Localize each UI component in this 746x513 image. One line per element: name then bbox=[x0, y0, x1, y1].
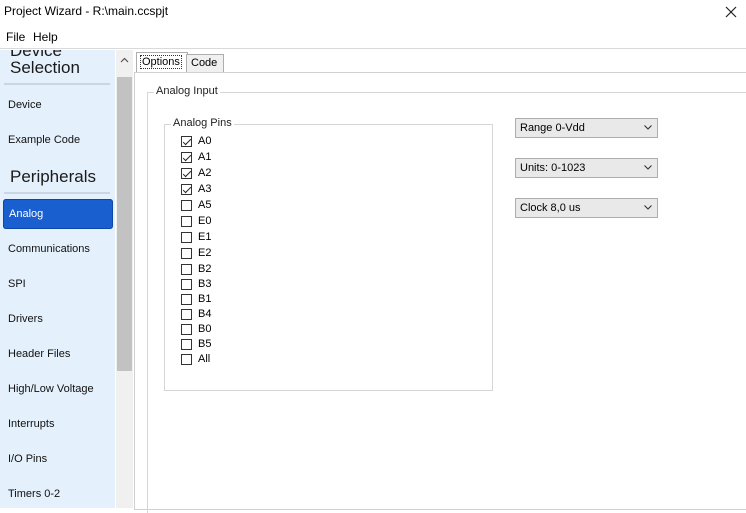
pin-label: B3 bbox=[198, 278, 212, 290]
pin-label: All bbox=[198, 353, 211, 365]
scroll-up-button[interactable] bbox=[116, 52, 133, 68]
pin-checkbox-e2[interactable]: E2 bbox=[181, 246, 211, 260]
pin-label: E1 bbox=[198, 231, 212, 243]
checkbox-checked[interactable] bbox=[181, 151, 192, 163]
pin-label: A5 bbox=[198, 199, 212, 211]
tab-code[interactable]: Code bbox=[186, 54, 224, 73]
sidebar-item-high-low-voltage[interactable]: High/Low Voltage bbox=[8, 383, 94, 395]
sidebar-item-device[interactable]: Device bbox=[8, 99, 42, 111]
sidebar-divider bbox=[4, 192, 110, 194]
pin-label: B2 bbox=[198, 263, 212, 275]
pin-checkbox-a5[interactable]: A5 bbox=[181, 198, 211, 212]
pin-checkbox-b3[interactable]: B3 bbox=[181, 277, 211, 291]
units-value: Units: 0-1023 bbox=[520, 162, 586, 174]
options-panel: Analog Input Analog Pins A0 A1 A2 A3 A5 E0 E1 E… bbox=[134, 72, 746, 513]
units-dropdown[interactable]: Units: 0-1023 bbox=[515, 158, 658, 178]
sidebar-item-io-pins[interactable]: I/O Pins bbox=[8, 453, 47, 465]
checkbox-unchecked[interactable] bbox=[181, 215, 192, 227]
pin-checkbox-b5[interactable]: B5 bbox=[181, 337, 211, 351]
chevron-down-icon bbox=[644, 125, 652, 130]
sidebar-item-analog[interactable]: Analog bbox=[3, 199, 113, 229]
pin-label: A3 bbox=[198, 183, 212, 195]
pin-checkbox-b4[interactable]: B4 bbox=[181, 307, 211, 321]
close-button[interactable] bbox=[716, 0, 746, 24]
chevron-down-icon bbox=[644, 205, 652, 210]
pin-label: A1 bbox=[198, 151, 212, 163]
window-title: Project Wizard - R:\main.ccspjt bbox=[4, 4, 169, 18]
sidebar-item-label: Analog bbox=[9, 208, 44, 220]
pin-label: B4 bbox=[198, 308, 212, 320]
range-dropdown[interactable]: Range 0-Vdd bbox=[515, 118, 658, 138]
sidebar-header-peripherals: Peripherals bbox=[10, 167, 96, 186]
scroll-thumb[interactable] bbox=[117, 77, 132, 371]
pin-checkbox-e0[interactable]: E0 bbox=[181, 214, 211, 228]
pin-checkbox-all[interactable]: All bbox=[181, 352, 210, 366]
checkbox-unchecked[interactable] bbox=[181, 278, 192, 290]
analog-pins-group: Analog Pins A0 A1 A2 A3 A5 E0 E1 E2 B2 B3 B1 B4 B0 B5… bbox=[164, 117, 493, 391]
checkbox-unchecked[interactable] bbox=[181, 263, 192, 275]
pin-label: A0 bbox=[198, 135, 212, 147]
checkbox-unchecked[interactable] bbox=[181, 247, 192, 259]
menu-bar: File Help bbox=[0, 26, 746, 49]
checkbox-unchecked[interactable] bbox=[181, 199, 192, 211]
chevron-up-icon bbox=[120, 57, 129, 63]
clock-dropdown[interactable]: Clock 8,0 us bbox=[515, 198, 658, 218]
pin-label: B0 bbox=[198, 323, 212, 335]
pin-checkbox-a1[interactable]: A1 bbox=[181, 150, 211, 164]
pin-checkbox-b0[interactable]: B0 bbox=[181, 322, 211, 336]
sidebar-scrollbar[interactable] bbox=[116, 50, 133, 508]
checkbox-unchecked[interactable] bbox=[181, 323, 192, 335]
checkbox-checked[interactable] bbox=[181, 135, 192, 147]
pin-checkbox-b1[interactable]: B1 bbox=[181, 292, 211, 306]
sidebar-item-communications[interactable]: Communications bbox=[8, 243, 90, 255]
checkbox-unchecked[interactable] bbox=[181, 338, 192, 350]
clock-value: Clock 8,0 us bbox=[520, 202, 581, 214]
checkbox-unchecked[interactable] bbox=[181, 353, 192, 365]
pin-checkbox-a2[interactable]: A2 bbox=[181, 166, 211, 180]
checkbox-unchecked[interactable] bbox=[181, 293, 192, 305]
analog-input-group: Analog Input Analog Pins A0 A1 A2 A3 A5 E0 E1 E… bbox=[147, 85, 746, 513]
sidebar-item-interrupts[interactable]: Interrupts bbox=[8, 418, 54, 430]
tab-options-label: Options bbox=[140, 55, 182, 69]
pin-label: E2 bbox=[198, 247, 212, 259]
pin-checkbox-e1[interactable]: E1 bbox=[181, 230, 211, 244]
pin-checkbox-a0[interactable]: A0 bbox=[181, 134, 211, 148]
tab-options[interactable]: Options bbox=[136, 52, 188, 73]
sidebar-header-selection: Selection bbox=[10, 58, 80, 77]
pin-checkbox-a3[interactable]: A3 bbox=[181, 182, 211, 196]
analog-input-title: Analog Input bbox=[154, 85, 220, 97]
title-bar: Project Wizard - R:\main.ccspjt bbox=[0, 0, 746, 24]
sidebar: Device Selection Device Example Code Per… bbox=[0, 50, 115, 508]
pin-label: B5 bbox=[198, 338, 212, 350]
sidebar-item-example-code[interactable]: Example Code bbox=[8, 134, 80, 146]
checkbox-unchecked[interactable] bbox=[181, 308, 192, 320]
pin-label: E0 bbox=[198, 215, 212, 227]
sidebar-item-drivers[interactable]: Drivers bbox=[8, 313, 43, 325]
sidebar-item-header-files[interactable]: Header Files bbox=[8, 348, 70, 360]
range-value: Range 0-Vdd bbox=[520, 122, 585, 134]
checkbox-unchecked[interactable] bbox=[181, 231, 192, 243]
analog-pins-title: Analog Pins bbox=[171, 117, 234, 129]
pin-checkbox-b2[interactable]: B2 bbox=[181, 262, 211, 276]
checkbox-checked[interactable] bbox=[181, 183, 192, 195]
close-icon bbox=[725, 6, 737, 18]
sidebar-divider bbox=[4, 83, 110, 85]
pin-label: A2 bbox=[198, 167, 212, 179]
sidebar-item-timers[interactable]: Timers 0-2 bbox=[8, 488, 60, 500]
tab-code-label: Code bbox=[191, 57, 218, 69]
checkbox-checked[interactable] bbox=[181, 167, 192, 179]
chevron-down-icon bbox=[644, 165, 652, 170]
menu-file[interactable]: File bbox=[6, 30, 25, 44]
pin-label: B1 bbox=[198, 293, 212, 305]
sidebar-item-spi[interactable]: SPI bbox=[8, 278, 26, 290]
menu-help[interactable]: Help bbox=[33, 30, 58, 44]
